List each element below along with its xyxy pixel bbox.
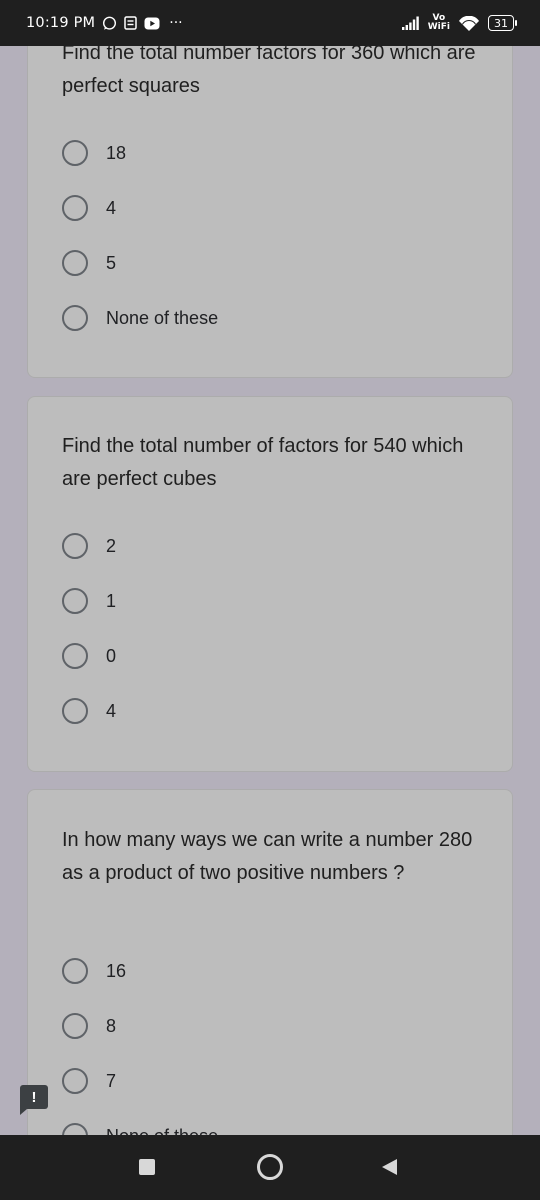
radio-button-icon[interactable]	[62, 1068, 88, 1094]
option-radio[interactable]: 4	[62, 193, 116, 223]
youtube-icon	[144, 17, 160, 30]
radio-button-icon[interactable]	[62, 533, 88, 559]
home-button[interactable]	[255, 1152, 285, 1182]
option-label: 4	[106, 197, 117, 218]
whatsapp-icon	[102, 16, 117, 31]
option-label: 8	[106, 1015, 117, 1036]
option-radio[interactable]: 18	[62, 138, 126, 168]
wifi-icon	[458, 15, 480, 31]
back-button[interactable]	[378, 1156, 400, 1178]
form-content: Find the total number factors for 360 wh…	[0, 0, 540, 1135]
navigation-bar	[0, 1135, 540, 1200]
option-radio[interactable]: 1	[62, 586, 116, 616]
option-radio[interactable]: 4	[62, 696, 116, 726]
option-label: 5	[106, 252, 117, 273]
vowifi-bottom-text: WiFi	[427, 22, 450, 32]
exclamation-icon: !	[31, 1088, 37, 1106]
vowifi-indicator: Vo WiFi	[428, 14, 450, 32]
battery-icon: 31	[488, 15, 517, 31]
question-card: In how many ways we can write a number 2…	[27, 789, 513, 1135]
more-notifications-icon: ···	[169, 15, 183, 31]
option-radio[interactable]: None of these	[62, 1121, 218, 1135]
radio-button-icon[interactable]	[62, 588, 88, 614]
option-radio[interactable]: 2	[62, 531, 116, 561]
question-text: Find the total number of factors for 540…	[62, 435, 464, 490]
status-time: 10:19 PM	[26, 15, 96, 31]
radio-button-icon[interactable]	[62, 250, 88, 276]
option-label: 2	[106, 535, 117, 556]
radio-button-icon[interactable]	[62, 195, 88, 221]
option-radio[interactable]: 16	[62, 956, 126, 986]
option-radio[interactable]: None of these	[62, 303, 218, 333]
question-card: Find the total number of factors for 540…	[27, 396, 513, 772]
option-label: 16	[106, 960, 127, 981]
status-bar: 10:19 PM ··· Vo WiFi 31	[0, 0, 540, 46]
report-problem-button[interactable]: !	[20, 1085, 48, 1115]
home-circle-icon	[257, 1154, 283, 1180]
option-label: 4	[106, 700, 117, 721]
recents-square-icon	[139, 1159, 155, 1175]
back-triangle-icon	[382, 1159, 397, 1175]
option-radio[interactable]: 8	[62, 1011, 116, 1041]
question-card: Find the total number factors for 360 wh…	[27, 0, 513, 378]
option-label: None of these	[106, 1126, 218, 1136]
radio-button-icon[interactable]	[62, 140, 88, 166]
radio-button-icon[interactable]	[62, 1013, 88, 1039]
radio-button-icon[interactable]	[62, 1123, 88, 1135]
option-label: None of these	[106, 307, 219, 328]
option-radio[interactable]: 7	[62, 1066, 116, 1096]
option-label: 7	[106, 1070, 117, 1091]
radio-button-icon[interactable]	[62, 958, 88, 984]
option-label: 18	[106, 142, 127, 163]
option-label: 1	[106, 590, 117, 611]
recents-button[interactable]	[137, 1157, 157, 1177]
option-label: 0	[106, 645, 117, 666]
option-radio[interactable]: 0	[62, 641, 116, 671]
signal-icon	[401, 16, 420, 30]
radio-button-icon[interactable]	[62, 305, 88, 331]
message-icon	[124, 16, 138, 30]
radio-button-icon[interactable]	[62, 643, 88, 669]
option-radio[interactable]: 5	[62, 248, 116, 278]
radio-button-icon[interactable]	[62, 698, 88, 724]
question-text: Find the total number factors for 360 wh…	[62, 42, 476, 97]
question-text: In how many ways we can write a number 2…	[62, 829, 473, 884]
